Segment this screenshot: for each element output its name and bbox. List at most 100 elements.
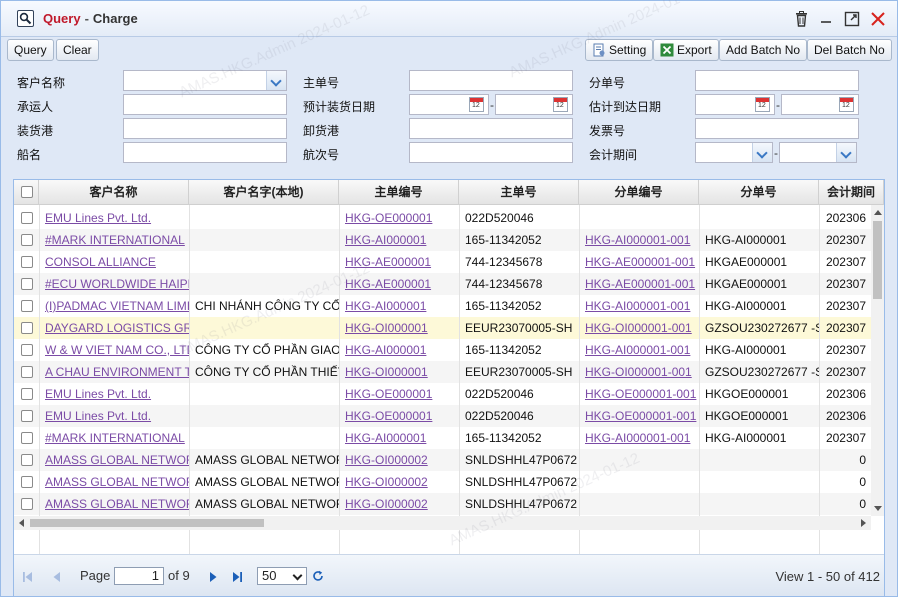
scroll-thumb[interactable] [873,221,882,299]
next-page-icon[interactable] [207,571,219,586]
cell-master-ref[interactable]: HKG-OI000001 [339,317,459,339]
horizontal-scrollbar[interactable] [14,516,871,530]
row-checkbox[interactable] [21,322,33,334]
row-checkbox[interactable] [21,278,33,290]
cell-house-ref[interactable]: HKG-AI000001-001 [579,295,699,317]
prev-page-icon[interactable] [51,571,63,586]
cell-master-ref[interactable]: HKG-OI000002 [339,449,459,471]
table-row[interactable]: #MARK INTERNATIONAL HKG-AI000001 165-11342… [14,427,872,449]
cell-customer-name[interactable]: AMASS GLOBAL NETWORK [39,493,189,515]
row-checkbox[interactable] [21,300,33,312]
cell-house-ref[interactable] [579,207,699,229]
table-row[interactable]: AMASS GLOBAL NETWORK AMASS GLOBAL NETWORK… [14,471,872,493]
cell-house-ref[interactable]: HKG-AI000001-001 [579,427,699,449]
period-from-combo[interactable] [695,142,773,163]
table-row[interactable]: #ECU WORLDWIDE HAIPHONG HKG-AE000001 744-1… [14,273,872,295]
cell-customer-name[interactable]: EMU Lines Pvt. Ltd. [39,207,189,229]
invoice-no-input[interactable] [695,118,859,139]
chevron-down-icon[interactable] [752,143,772,162]
cell-customer-name[interactable]: EMU Lines Pvt. Ltd. [39,383,189,405]
trash-icon[interactable] [794,11,810,27]
cell-customer-name[interactable]: AMASS GLOBAL NETWORK [39,449,189,471]
period-to-combo[interactable] [779,142,857,163]
row-checkbox[interactable] [21,454,33,466]
col-master-no[interactable]: 主单号 [459,180,579,205]
cell-house-ref[interactable] [579,471,699,493]
col-customer-local-name[interactable]: 客户名字(本地) [189,180,339,205]
row-checkbox[interactable] [21,498,33,510]
row-checkbox[interactable] [21,432,33,444]
cell-house-ref[interactable]: HKG-AE000001-001 [579,273,699,295]
cell-house-ref[interactable]: HKG-OI000001-001 [579,317,699,339]
vessel-input[interactable] [123,142,287,163]
minimize-icon[interactable] [819,11,835,27]
add-batch-no-button[interactable]: Add Batch No [719,39,808,61]
col-period[interactable]: 会计期间 [819,180,884,205]
cell-customer-name[interactable]: AMASS GLOBAL NETWORK [39,471,189,493]
eta-to-input[interactable] [781,94,859,115]
cell-house-ref[interactable] [579,449,699,471]
table-row[interactable]: A CHAU ENVIRONMENT TECH CÔNG TY CỔ PHẦN T… [14,361,872,383]
first-page-icon[interactable] [22,571,34,586]
col-customer-name[interactable]: 客户名称 [39,180,189,205]
cell-master-ref[interactable]: HKG-OI000002 [339,493,459,515]
etd-from-input[interactable] [409,94,489,115]
table-row[interactable]: W & W VIET NAM CO., LTD CÔNG TY CỔ PHẦN G… [14,339,872,361]
cell-customer-name[interactable]: EMU Lines Pvt. Ltd. [39,405,189,427]
scroll-left-arrow-icon[interactable] [19,519,24,527]
cell-master-ref[interactable]: HKG-AI000001 [339,229,459,251]
cell-master-ref[interactable]: HKG-AI000001 [339,295,459,317]
calendar-icon[interactable] [839,97,854,112]
query-button[interactable]: Query [7,39,54,61]
house-no-input[interactable] [695,70,859,91]
row-checkbox[interactable] [21,344,33,356]
cell-house-ref[interactable]: HKG-AE000001-001 [579,251,699,273]
last-page-icon[interactable] [231,571,243,586]
table-row[interactable]: DAYGARD LOGISTICS GROUP HKG-OI000001 EEUR2… [14,317,872,339]
cell-customer-name[interactable]: #MARK INTERNATIONAL [39,427,189,449]
cell-customer-name[interactable]: DAYGARD LOGISTICS GROUP [39,317,189,339]
row-checkbox[interactable] [21,410,33,422]
cell-house-ref[interactable]: HKG-OE000001-001 [579,383,699,405]
cell-master-ref[interactable]: HKG-OI000002 [339,471,459,493]
calendar-icon[interactable] [755,97,770,112]
col-house-ref[interactable]: 分单编号 [579,180,699,205]
page-number-input[interactable]: 1 [114,567,164,585]
vertical-scrollbar[interactable] [871,205,884,516]
row-checkbox[interactable] [21,366,33,378]
calendar-icon[interactable] [553,97,568,112]
etd-to-input[interactable] [495,94,573,115]
cell-customer-name[interactable]: (I)PADMAC VIETNAM LIMITED [39,295,189,317]
table-row[interactable]: AMASS GLOBAL NETWORK AMASS GLOBAL NETWORK… [14,493,872,515]
refresh-icon[interactable] [312,570,324,585]
table-row[interactable]: AMASS GLOBAL NETWORK AMASS GLOBAL NETWORK… [14,449,872,471]
cell-house-ref[interactable] [579,493,699,515]
del-batch-no-button[interactable]: Del Batch No [807,39,892,61]
carrier-input[interactable] [123,94,287,115]
cell-master-ref[interactable]: HKG-OE000001 [339,207,459,229]
table-row[interactable]: #MARK INTERNATIONAL HKG-AI000001 165-11342… [14,229,872,251]
row-checkbox[interactable] [21,234,33,246]
table-row[interactable]: (I)PADMAC VIETNAM LIMITED CHI NHÁNH CÔNG … [14,295,872,317]
cell-customer-name[interactable]: #ECU WORLDWIDE HAIPHONG [39,273,189,295]
cell-master-ref[interactable]: HKG-AI000001 [339,427,459,449]
cell-master-ref[interactable]: HKG-OE000001 [339,405,459,427]
page-size-select[interactable]: 50 [257,567,307,585]
chevron-down-icon[interactable] [836,143,856,162]
clear-button[interactable]: Clear [56,39,99,61]
cell-master-ref[interactable]: HKG-AE000001 [339,273,459,295]
col-master-ref[interactable]: 主单编号 [339,180,459,205]
row-checkbox[interactable] [21,256,33,268]
pol-input[interactable] [123,118,287,139]
calendar-icon[interactable] [469,97,484,112]
table-row[interactable]: EMU Lines Pvt. Ltd. HKG-OE000001 022D52004… [14,383,872,405]
customer-name-combo[interactable] [123,70,287,91]
cell-house-ref[interactable]: HKG-AI000001-001 [579,229,699,251]
scroll-thumb[interactable] [30,519,264,527]
cell-house-ref[interactable]: HKG-AI000001-001 [579,339,699,361]
scroll-down-arrow-icon[interactable] [874,506,882,511]
cell-house-ref[interactable]: HKG-OI000001-001 [579,361,699,383]
master-no-input[interactable] [409,70,573,91]
pod-input[interactable] [409,118,573,139]
row-checkbox[interactable] [21,388,33,400]
